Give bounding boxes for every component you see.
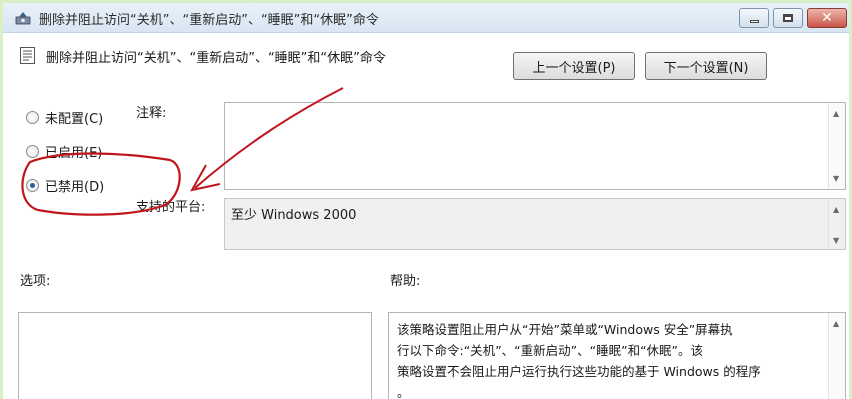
radio-not-configured[interactable]: 未配置(C) (26, 108, 103, 127)
help-line: 该策略设置阻止用户从“开始”菜单或“Windows 安全”屏幕执 (397, 322, 733, 337)
radio-button[interactable] (26, 145, 39, 158)
title-bar: 删除并阻止访问“关机”、“重新启动”、“睡眠”和“休眠”命令 ✕ (3, 3, 849, 33)
group-policy-icon (15, 12, 31, 25)
scroll-up-icon[interactable]: ▲ (833, 109, 839, 118)
previous-setting-button[interactable]: 上一个设置(P) (513, 52, 635, 80)
close-icon: ✕ (821, 10, 833, 26)
scroll-down-icon[interactable]: ▼ (833, 236, 839, 245)
scroll-up-icon[interactable]: ▲ (833, 205, 839, 214)
help-label: 帮助: (390, 274, 421, 289)
maximize-icon (783, 14, 793, 22)
comment-label: 注释: (136, 106, 167, 121)
comment-textarea[interactable]: ▲ ▼ (224, 102, 846, 190)
radio-label: 已启用(E) (45, 146, 103, 161)
policy-setting-icon (20, 47, 35, 64)
radio-button[interactable] (26, 111, 39, 124)
minimize-icon (749, 19, 759, 23)
policy-name: 删除并阻止访问“关机”、“重新启动”、“睡眠”和“休眠”命令 (46, 51, 386, 66)
help-scrollbar[interactable]: ▲ (828, 313, 845, 399)
help-panel: 该策略设置阻止用户从“开始”菜单或“Windows 安全”屏幕执 行以下命令:“… (388, 312, 846, 399)
help-line: 行以下命令:“关机”、“重新启动”、“睡眠”和“休眠”。该 (397, 343, 704, 358)
platform-scrollbar[interactable]: ▲ ▼ (828, 199, 845, 249)
next-setting-button[interactable]: 下一个设置(N) (645, 52, 767, 80)
help-text: 该策略设置阻止用户从“开始”菜单或“Windows 安全”屏幕执 行以下命令:“… (397, 319, 822, 399)
radio-label: 已禁用(D) (45, 180, 105, 195)
window-title: 删除并阻止访问“关机”、“重新启动”、“睡眠”和“休眠”命令 (39, 13, 379, 28)
maximize-button[interactable] (773, 8, 803, 28)
scroll-up-icon[interactable]: ▲ (833, 319, 839, 328)
radio-enabled[interactable]: 已启用(E) (26, 142, 102, 161)
supported-platform-label: 支持的平台: (136, 200, 206, 215)
close-button[interactable]: ✕ (807, 8, 847, 28)
radio-disabled[interactable]: 已禁用(D) (26, 176, 104, 195)
radio-label: 未配置(C) (45, 112, 104, 127)
help-line: 。 (397, 385, 410, 399)
options-panel (18, 312, 372, 399)
minimize-button[interactable] (739, 8, 769, 28)
supported-platform-box: 至少 Windows 2000 ▲ ▼ (224, 198, 846, 250)
supported-platform-value: 至少 Windows 2000 (231, 208, 357, 223)
comment-scrollbar[interactable]: ▲ ▼ (828, 103, 845, 189)
scroll-down-icon[interactable]: ▼ (833, 174, 839, 183)
radio-button-selected[interactable] (26, 179, 39, 192)
help-line: 策略设置不会阻止用户运行执行这些功能的基于 Windows 的程序 (397, 364, 761, 379)
options-label: 选项: (20, 274, 51, 289)
